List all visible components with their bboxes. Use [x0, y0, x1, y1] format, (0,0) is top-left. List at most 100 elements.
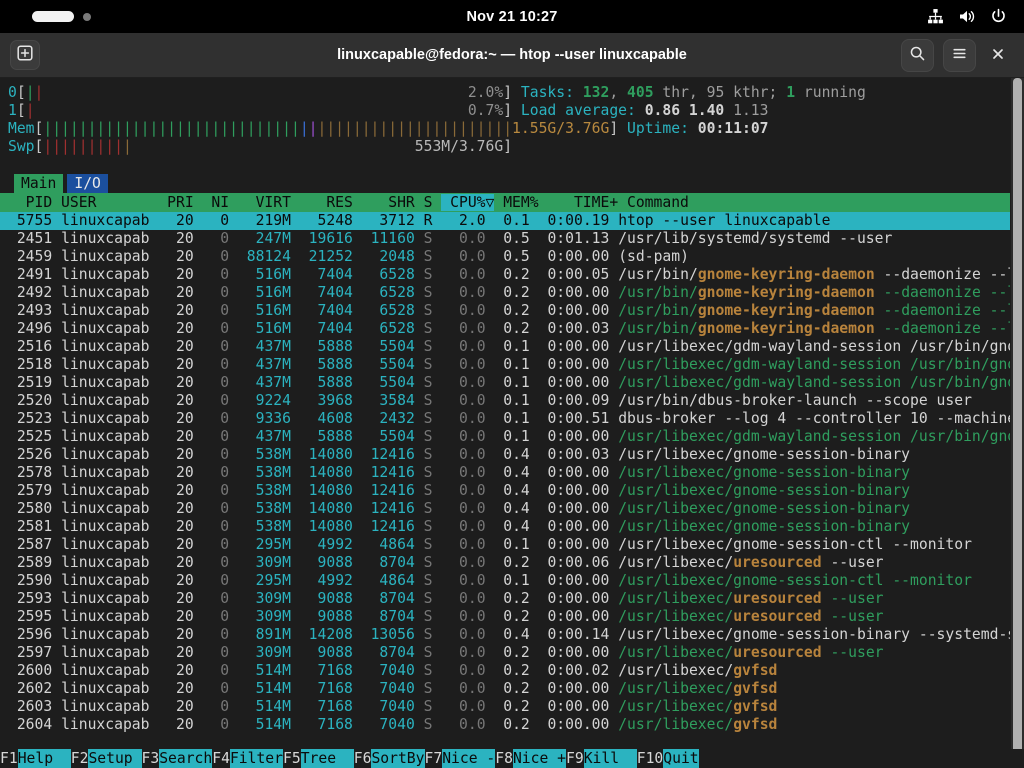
table-row[interactable]: 2492 linuxcapab 20 0 516M 7404 6528 S 0.… [0, 284, 1010, 302]
cpu1-label: 1 [8, 102, 17, 119]
cell-cpu: 0.0 [441, 248, 494, 265]
table-row[interactable]: 2518 linuxcapab 20 0 437M 5888 5504 S 0.… [0, 356, 1010, 374]
cell-time: 0:00.00 [539, 464, 619, 481]
fkey-f4[interactable]: F4 [212, 749, 230, 768]
fkey-f3[interactable]: F3 [142, 749, 160, 768]
table-row[interactable]: 2581 linuxcapab 20 0 538M 14080 12416 S … [0, 518, 1010, 536]
header-sort-column[interactable]: CPU%▽ [441, 194, 494, 211]
table-row[interactable]: 2602 linuxcapab 20 0 514M 7168 7040 S 0.… [0, 680, 1010, 698]
table-row[interactable]: 2604 linuxcapab 20 0 514M 7168 7040 S 0.… [0, 716, 1010, 734]
fkey-label-f3[interactable]: Search [159, 749, 212, 768]
header-right-columns[interactable]: MEM% TIME+ Command [494, 194, 1024, 211]
table-row[interactable]: 2603 linuxcapab 20 0 514M 7168 7040 S 0.… [0, 698, 1010, 716]
screen-tabs[interactable]: Main I/O [0, 174, 1024, 193]
terminal-content[interactable]: 0[|| 2.0%] Tasks: 132, 405 thr, 95 kthr;… [0, 78, 1024, 768]
table-row[interactable]: 2589 linuxcapab 20 0 309M 9088 8704 S 0.… [0, 554, 1010, 572]
cell-pid: 2451 [8, 230, 61, 247]
function-key-bar[interactable]: F1Help F2Setup F3SearchF4FilterF5Tree F6… [0, 749, 1024, 768]
fkey-label-f2[interactable]: Setup [88, 749, 141, 768]
meter-row-cpu1: 1[| 0.7%] Load average: 0.86 1.40 1.13 [0, 102, 1024, 120]
fkey-label-f5[interactable]: Tree [301, 749, 354, 768]
kthread-count: 95 [707, 84, 725, 101]
search-button[interactable] [901, 39, 934, 72]
cell-shr: 12416 [362, 464, 424, 481]
table-row[interactable]: 2493 linuxcapab 20 0 516M 7404 6528 S 0.… [0, 302, 1010, 320]
table-row[interactable]: 2580 linuxcapab 20 0 538M 14080 12416 S … [0, 500, 1010, 518]
cell-res: 5888 [300, 338, 362, 355]
table-row[interactable]: 2491 linuxcapab 20 0 516M 7404 6528 S 0.… [0, 266, 1010, 284]
cell-shr: 12416 [362, 500, 424, 517]
table-row[interactable]: 2593 linuxcapab 20 0 309M 9088 8704 S 0.… [0, 590, 1010, 608]
cell-shr: 8704 [362, 644, 424, 661]
cell-cpu: 0.0 [441, 482, 494, 499]
table-header-row[interactable]: PID USER PRI NI VIRT RES SHR S CPU%▽ MEM… [0, 193, 1010, 212]
fkey-label-f9[interactable]: Kill [584, 749, 637, 768]
table-row[interactable]: 5755 linuxcapab 20 0 219M 5248 3712 R 2.… [0, 212, 1010, 230]
fkey-f7[interactable]: F7 [425, 749, 443, 768]
fkey-f9[interactable]: F9 [566, 749, 584, 768]
cell-res: 14080 [300, 500, 362, 517]
cell-pri: 20 [158, 266, 202, 283]
cell-mem: 0.1 [494, 572, 538, 589]
table-row[interactable]: 2596 linuxcapab 20 0 891M 14208 13056 S … [0, 626, 1010, 644]
cell-time: 0:00.06 [539, 554, 619, 571]
table-row[interactable]: 2526 linuxcapab 20 0 538M 14080 12416 S … [0, 446, 1010, 464]
cell-command-path: /usr/libexec/gnome-session-binary --syst… [618, 626, 1010, 643]
process-list[interactable]: 5755 linuxcapab 20 0 219M 5248 3712 R 2.… [0, 212, 1024, 734]
gnome-top-bar: Nov 21 10:27 [0, 0, 1024, 33]
table-row[interactable]: 2578 linuxcapab 20 0 538M 14080 12416 S … [0, 464, 1010, 482]
header-left-columns[interactable]: PID USER PRI NI VIRT RES SHR S [8, 194, 441, 211]
cell-user: linuxcapab [61, 590, 158, 607]
table-row[interactable]: 2523 linuxcapab 20 0 9336 4608 2432 S 0.… [0, 410, 1010, 428]
terminal-scrollbar[interactable] [1011, 78, 1024, 768]
tasks-label: Tasks: [521, 84, 583, 101]
fkey-f10[interactable]: F10 [637, 749, 664, 768]
table-row[interactable]: 2579 linuxcapab 20 0 538M 14080 12416 S … [0, 482, 1010, 500]
mem-bar-used: ||||||||||||||||||||||||||||| [43, 120, 299, 137]
table-row[interactable]: 2451 linuxcapab 20 0 247M 19616 11160 S … [0, 230, 1010, 248]
fkey-f5[interactable]: F5 [283, 749, 301, 768]
cell-command-args: --user [822, 608, 884, 625]
table-row[interactable]: 2459 linuxcapab 20 0 88124 21252 2048 S … [0, 248, 1010, 266]
table-row[interactable]: 2587 linuxcapab 20 0 295M 4992 4864 S 0.… [0, 536, 1010, 554]
tab-main[interactable]: Main [14, 174, 63, 193]
cell-pid: 2603 [8, 698, 61, 715]
cell-user: linuxcapab [61, 482, 158, 499]
fkey-label-f8[interactable]: Nice + [513, 749, 566, 768]
fkey-f8[interactable]: F8 [495, 749, 513, 768]
tab-io[interactable]: I/O [67, 174, 108, 193]
cell-state: S [424, 518, 442, 535]
fkey-label-f6[interactable]: SortBy [371, 749, 424, 768]
cell-pri: 20 [158, 572, 202, 589]
cell-res: 4992 [300, 572, 362, 589]
cell-mem: 0.5 [494, 248, 538, 265]
fkey-label-f4[interactable]: Filter [230, 749, 283, 768]
table-row[interactable]: 2600 linuxcapab 20 0 514M 7168 7040 S 0.… [0, 662, 1010, 680]
table-row[interactable]: 2496 linuxcapab 20 0 516M 7404 6528 S 0.… [0, 320, 1010, 338]
cell-user: linuxcapab [61, 464, 158, 481]
fkey-label-f10[interactable]: Quit [663, 749, 698, 768]
fkey-label-f7[interactable]: Nice - [442, 749, 495, 768]
clock[interactable]: Nov 21 10:27 [0, 9, 1024, 25]
close-button[interactable] [985, 42, 1011, 68]
table-row[interactable]: 2516 linuxcapab 20 0 437M 5888 5504 S 0.… [0, 338, 1010, 356]
cell-user: linuxcapab [61, 410, 158, 427]
cell-pid: 2525 [8, 428, 61, 445]
fkey-label-f1[interactable]: Help [18, 749, 71, 768]
table-row[interactable]: 2595 linuxcapab 20 0 309M 9088 8704 S 0.… [0, 608, 1010, 626]
table-row[interactable]: 2597 linuxcapab 20 0 309M 9088 8704 S 0.… [0, 644, 1010, 662]
cell-virt: 309M [238, 590, 300, 607]
fkey-f2[interactable]: F2 [71, 749, 89, 768]
table-row[interactable]: 2590 linuxcapab 20 0 295M 4992 4864 S 0.… [0, 572, 1010, 590]
menu-button[interactable] [943, 39, 976, 72]
cell-state: S [424, 230, 442, 247]
cell-shr: 5504 [362, 356, 424, 373]
fkey-f1[interactable]: F1 [0, 749, 18, 768]
cell-state: S [424, 536, 442, 553]
fkey-f6[interactable]: F6 [354, 749, 372, 768]
table-row[interactable]: 2525 linuxcapab 20 0 437M 5888 5504 S 0.… [0, 428, 1010, 446]
new-tab-button[interactable] [10, 40, 40, 70]
table-row[interactable]: 2520 linuxcapab 20 0 9224 3968 3584 S 0.… [0, 392, 1010, 410]
scrollbar-thumb[interactable] [1013, 78, 1022, 768]
table-row[interactable]: 2519 linuxcapab 20 0 437M 5888 5504 S 0.… [0, 374, 1010, 392]
